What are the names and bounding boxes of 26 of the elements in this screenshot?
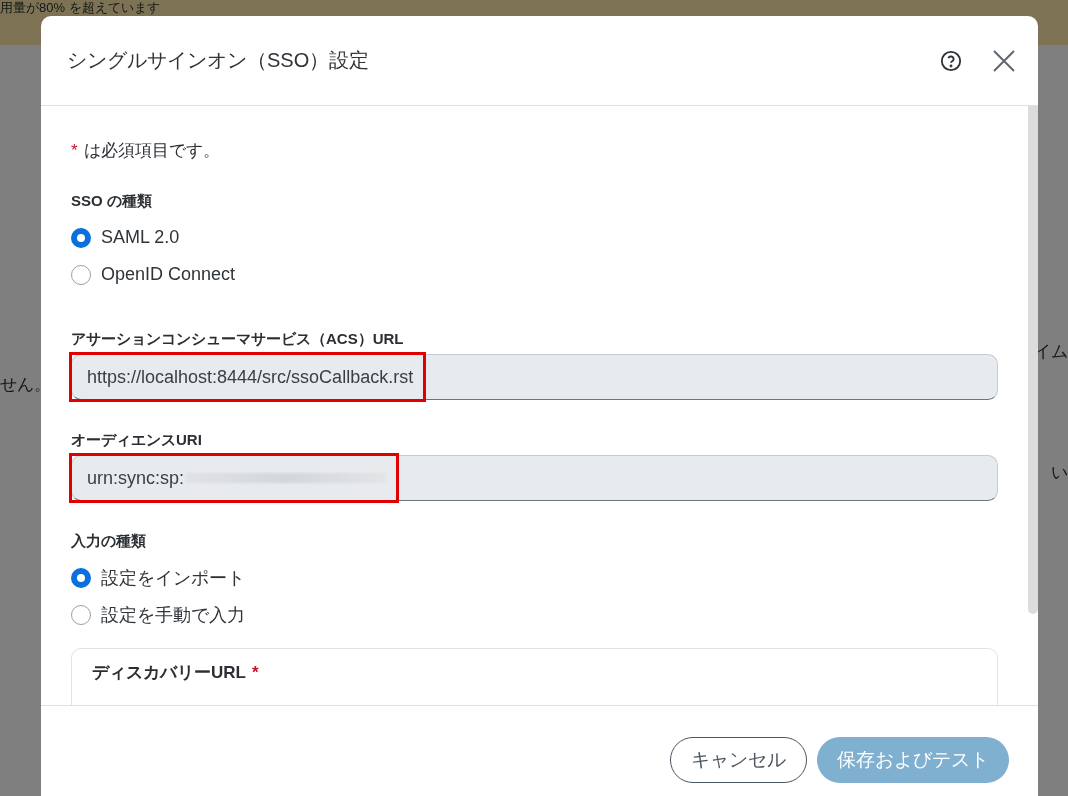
highlighted-value: urn:sync:sp: [69, 453, 400, 503]
field-label: SSO の種類 [71, 192, 153, 210]
cancel-button[interactable]: キャンセル [670, 737, 807, 783]
radio-button[interactable] [71, 604, 91, 625]
background-text: い [1051, 462, 1068, 484]
highlighted-value: https://localhost:8444/src/ssoCallback.rst [69, 352, 427, 402]
field-label: アサーションコンシューマサービス（ACS）URL [71, 330, 405, 348]
field-label: 入力の種類 [71, 532, 147, 550]
dialog-title: シングルサインオン（SSO）設定 [67, 48, 371, 73]
input-field[interactable]: https://localhost:8444/src/ssoCallback.rst [71, 354, 998, 400]
radio-button[interactable] [71, 567, 91, 588]
radio-label[interactable]: 設定を手動で入力 [101, 602, 245, 627]
field-label: オーディエンスURI [71, 431, 203, 449]
close-icon[interactable] [992, 48, 1016, 73]
help-icon[interactable] [940, 49, 962, 72]
required-note: * は必須項目です。 [71, 140, 221, 162]
radio-label[interactable]: SAML 2.0 [101, 227, 180, 248]
radio-label[interactable]: 設定をインポート [101, 565, 245, 590]
field-label: ディスカバリーURL * [92, 663, 260, 682]
radio-button[interactable] [71, 264, 91, 285]
radio-button[interactable] [71, 227, 91, 248]
scrollbar-thumb[interactable] [1028, 106, 1038, 614]
input-field[interactable]: urn:sync:sp: [71, 455, 998, 501]
radio-label[interactable]: OpenID Connect [101, 264, 236, 285]
background-text: せん。 [0, 374, 51, 396]
banner-text: 用量が80% を超えています [0, 0, 160, 15]
